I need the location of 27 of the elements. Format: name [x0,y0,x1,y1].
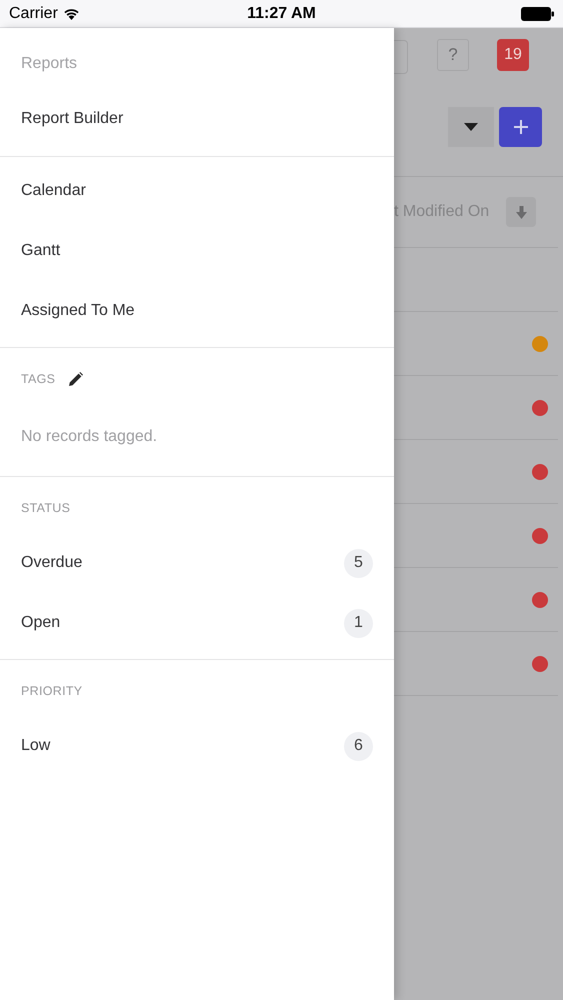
clock-time: 11:27 AM [247,4,316,24]
battery-icon [521,6,554,20]
menu-item[interactable]: Assigned To Me [0,281,394,341]
section-header: PRIORITY [21,682,82,700]
menu-item[interactable]: Calendar [0,161,394,221]
section-header: TAGS [21,370,56,388]
count-badge: 6 [344,732,373,760]
count-badge: 5 [344,548,373,578]
caret-icon [464,123,478,131]
plus-icon [514,120,528,134]
menu-item[interactable]: Gantt [0,221,394,281]
menu-item[interactable]: Low 6 [0,716,394,776]
pencil-icon[interactable] [69,372,84,386]
wifi-icon [62,8,80,20]
menu-item[interactable]: Report Builder [0,92,394,146]
empty-message: No records tagged. [21,427,158,447]
arrow-down-icon [516,206,526,218]
add-button[interactable] [499,107,542,147]
section-header: Reports [21,54,78,74]
section-header: STATUS [21,500,70,517]
sort-button[interactable] [506,197,536,227]
menu-item[interactable]: Overdue 5 [0,533,394,593]
notification-badge[interactable]: 19 [497,39,529,71]
count-badge: 1 [344,608,373,638]
menu-item[interactable]: Open 1 [0,593,394,653]
carrier-name: Carrier [9,4,58,24]
dropdown-button[interactable] [448,107,494,147]
